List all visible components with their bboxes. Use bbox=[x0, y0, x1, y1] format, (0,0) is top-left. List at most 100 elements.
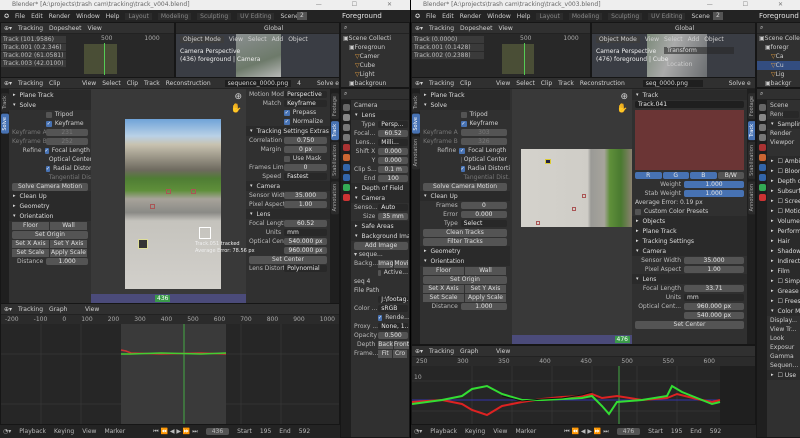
back-button[interactable]: Back bbox=[378, 340, 393, 349]
timeline-view-menu[interactable]: View bbox=[493, 428, 507, 435]
blender-logo-icon[interactable]: ✪ bbox=[4, 13, 9, 20]
section-plane-track[interactable]: ▸ Plane Track bbox=[632, 226, 747, 236]
workspace-tab-sculpting[interactable]: Sculpting bbox=[197, 12, 232, 20]
opacity-field[interactable]: 0.500 bbox=[378, 332, 408, 339]
section-motion[interactable]: ▸☐ Motion bbox=[767, 206, 800, 216]
render-dropdown[interactable] bbox=[783, 111, 799, 118]
tab-solve[interactable]: Solve bbox=[1, 114, 9, 134]
tracking-mode[interactable]: Tracking bbox=[18, 306, 43, 313]
view-layer-tab-icon[interactable] bbox=[758, 134, 766, 141]
zoom-icon[interactable]: ⊕ bbox=[620, 92, 628, 102]
weight-slider[interactable]: 1.000 bbox=[684, 181, 744, 188]
floor-button[interactable]: Floor bbox=[12, 221, 49, 230]
editor-type-icon[interactable]: ⊕▾ bbox=[415, 25, 423, 32]
clip-menu-track[interactable]: Track bbox=[558, 80, 574, 87]
playback-menu[interactable]: Playback bbox=[19, 428, 46, 435]
workspace-tab-modeling[interactable]: Modeling bbox=[568, 12, 603, 20]
sensor-width-field[interactable]: 35.000 bbox=[684, 257, 744, 264]
clip-file-field[interactable]: sequence_0000.png bbox=[224, 79, 292, 87]
object-tab-icon[interactable] bbox=[758, 154, 766, 161]
workspace-tab-modeling[interactable]: Modeling bbox=[157, 12, 192, 20]
section-clean-up[interactable]: ▸ Clean Up bbox=[9, 191, 91, 201]
viewport-menu-object[interactable]: Object bbox=[288, 36, 308, 43]
bw-button[interactable]: B/W bbox=[717, 172, 744, 179]
viewport-menu-select[interactable]: Select bbox=[664, 36, 683, 43]
section-depth-of[interactable]: ▸Depth of bbox=[767, 176, 800, 186]
view-layer-tab-icon[interactable] bbox=[342, 134, 350, 141]
editor-type-icon[interactable]: ⊕▾ bbox=[4, 306, 12, 313]
imag-button[interactable]: Imag bbox=[378, 259, 394, 268]
lens-dropdown[interactable]: Milli... bbox=[378, 139, 408, 146]
tab-track[interactable]: Track bbox=[331, 121, 339, 141]
section-simpl[interactable]: ▸ ☐ Simpl bbox=[767, 276, 800, 286]
pixel-aspect-field[interactable]: 1.00 bbox=[684, 266, 744, 273]
view-layer-selector[interactable]: Foreground bbox=[757, 10, 800, 22]
section-tracking-settings[interactable]: ▸ Tracking Settings bbox=[632, 236, 747, 246]
transform-panel-header[interactable]: Transform bbox=[664, 47, 734, 54]
optical-cent-field[interactable]: 540.000 px bbox=[284, 238, 327, 245]
graph-mode[interactable]: Graph bbox=[49, 306, 79, 313]
clip-menu-clip[interactable]: Clip bbox=[541, 80, 552, 87]
3d-viewport[interactable]: Global Object Mode View Select Add Objec… bbox=[591, 22, 756, 78]
section-subsurfa[interactable]: ▸Subsurfa bbox=[767, 186, 800, 196]
track-marker[interactable] bbox=[536, 221, 540, 225]
clip-view[interactable]: Track.051 tracked Average Error: 78.56 p… bbox=[91, 89, 255, 295]
graph-plot[interactable] bbox=[412, 366, 756, 425]
viewport-menu-select[interactable]: Select bbox=[248, 36, 267, 43]
floor-button[interactable]: Floor bbox=[423, 266, 464, 275]
clip-menu-select[interactable]: Select bbox=[102, 80, 121, 87]
tracking-mode[interactable]: Tracking bbox=[429, 348, 454, 355]
outliner-item[interactable]: ▽ Ca bbox=[757, 52, 800, 61]
editor-type-icon[interactable]: ⊕▾ bbox=[415, 348, 423, 355]
outliner-item[interactable]: ▽ Cu bbox=[757, 61, 800, 70]
viewport-menu-view[interactable]: View bbox=[645, 36, 659, 43]
green-channel-button[interactable]: G bbox=[662, 172, 689, 179]
type-dropdown[interactable]: Select bbox=[460, 220, 507, 227]
track-marker[interactable] bbox=[545, 159, 551, 164]
track-marker[interactable] bbox=[150, 204, 155, 209]
workspace-tab-uv-editing[interactable]: UV Editing bbox=[648, 12, 686, 20]
type-dropdown[interactable]: Persp... bbox=[378, 121, 408, 128]
outliner-item[interactable]: ▣ foregr bbox=[757, 43, 800, 52]
track-marker[interactable] bbox=[166, 189, 171, 194]
prepass-checkbox[interactable]: ✓ bbox=[283, 109, 290, 116]
menu-window[interactable]: Window bbox=[76, 13, 100, 20]
search-icon[interactable]: ⌕ bbox=[760, 24, 763, 32]
end-field[interactable]: 100 bbox=[378, 175, 408, 182]
keying-menu[interactable]: Keying bbox=[54, 428, 74, 435]
timeline-editor-icon[interactable]: ◔▾ bbox=[414, 428, 422, 435]
menu-file[interactable]: File bbox=[426, 13, 436, 20]
margin-field[interactable]: 0 px bbox=[284, 146, 327, 153]
clip-menu-view[interactable]: View bbox=[496, 80, 510, 87]
lens-distort-dropdown[interactable]: Polynomial bbox=[284, 265, 327, 272]
hand-pan-icon[interactable]: ✋ bbox=[617, 104, 628, 114]
section-tracking-settings-extras[interactable]: ▾ Tracking Settings Extras bbox=[246, 126, 330, 136]
physics-tab-icon[interactable] bbox=[342, 164, 350, 171]
section-sampling[interactable]: ▾Sampling bbox=[767, 119, 800, 129]
tab-track[interactable]: Track bbox=[748, 121, 755, 141]
section-performa[interactable]: ▸Performa bbox=[767, 226, 800, 236]
constraints-tab-icon[interactable] bbox=[342, 174, 350, 181]
viewport-menu-object[interactable]: Object bbox=[704, 36, 724, 43]
red-channel-button[interactable]: R bbox=[635, 172, 662, 179]
view-menu[interactable]: View bbox=[499, 25, 513, 32]
tool-tab-icon[interactable] bbox=[342, 104, 350, 111]
active-checkbox[interactable] bbox=[378, 269, 381, 276]
tab-solve[interactable]: Solve bbox=[412, 114, 420, 134]
tripod-checkbox[interactable] bbox=[460, 111, 467, 118]
custom-color-presets-menu[interactable]: Custom Color Presets bbox=[644, 208, 708, 215]
outliner-item[interactable]: ▣ Scene Colle bbox=[757, 34, 800, 43]
item-field[interactable]: 960.000 px bbox=[284, 247, 327, 254]
dopesheet-mode[interactable]: Dopesheet bbox=[460, 25, 492, 32]
set-center-button[interactable]: Set Center bbox=[635, 320, 744, 329]
clip-mode[interactable]: Clip bbox=[49, 80, 76, 87]
set-y-axis-button[interactable]: Set Y Axis bbox=[465, 284, 506, 293]
normalize-checkbox[interactable]: ✓ bbox=[283, 118, 290, 125]
viewport-menu-add[interactable]: Add bbox=[272, 36, 284, 43]
tracking-mode[interactable]: Tracking bbox=[18, 25, 43, 32]
output-tab-icon[interactable] bbox=[342, 124, 350, 131]
texture-tab-icon[interactable] bbox=[342, 194, 350, 201]
section-orientation[interactable]: ▾ Orientation bbox=[420, 256, 510, 266]
menu-help[interactable]: Help bbox=[106, 13, 120, 20]
keyframe-b-field[interactable]: 252 bbox=[46, 138, 88, 145]
